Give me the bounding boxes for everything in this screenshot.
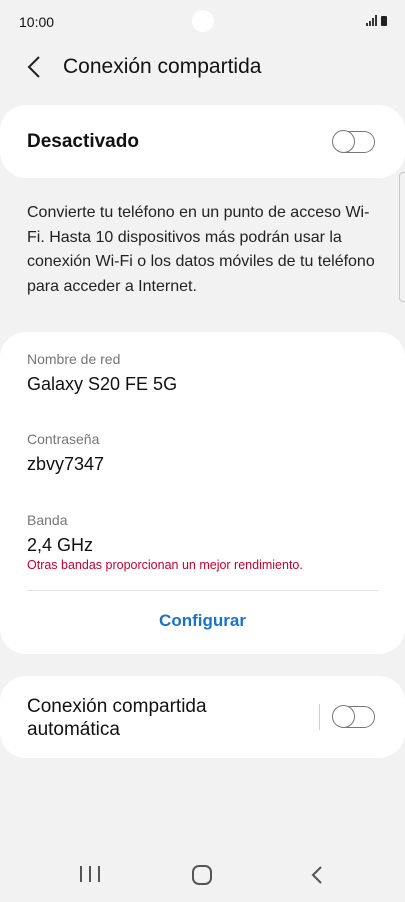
network-name-label: Nombre de red	[27, 351, 121, 367]
signal-icon	[366, 15, 377, 26]
divider	[27, 590, 378, 591]
battery-icon	[381, 16, 387, 26]
network-info-card: Nombre de red Galaxy S20 FE 5G Contraseñ…	[0, 332, 405, 654]
status-bar: 10:00	[0, 0, 405, 44]
band-label: Banda	[27, 512, 68, 528]
password-label: Contraseña	[27, 431, 100, 447]
chevron-left-icon[interactable]	[22, 54, 48, 80]
app-header: Conexión compartida	[0, 44, 405, 90]
hotspot-switch[interactable]	[332, 130, 375, 153]
band-warning: Otras bandas proporcionan un mejor rendi…	[27, 558, 303, 572]
front-camera-cutout	[192, 10, 214, 32]
auto-hotspot-card[interactable]: Conexión compartida automática	[0, 676, 405, 758]
switch-knob	[332, 130, 355, 153]
back-icon[interactable]	[308, 865, 328, 885]
home-icon[interactable]	[192, 865, 212, 885]
recents-icon[interactable]	[80, 866, 100, 884]
page-title: Conexión compartida	[63, 55, 262, 78]
status-time: 10:00	[19, 14, 55, 30]
auto-hotspot-label: Conexión compartida automática	[27, 696, 207, 740]
configure-button[interactable]: Configurar	[0, 611, 405, 631]
auto-hotspot-switch[interactable]	[332, 705, 375, 728]
navigation-bar	[0, 848, 405, 902]
network-name-value: Galaxy S20 FE 5G	[27, 374, 178, 394]
band-value: 2,4 GHz	[27, 535, 94, 555]
hotspot-description: Convierte tu teléfono en un punto de acc…	[27, 204, 375, 295]
hotspot-status-label: Desactivado	[27, 131, 139, 152]
password-value: zbvy7347	[27, 454, 105, 474]
status-icons	[366, 15, 387, 26]
scrollbar[interactable]	[399, 172, 405, 302]
hotspot-toggle-card[interactable]: Desactivado	[0, 105, 405, 178]
switch-knob	[332, 705, 355, 728]
divider	[319, 704, 320, 730]
